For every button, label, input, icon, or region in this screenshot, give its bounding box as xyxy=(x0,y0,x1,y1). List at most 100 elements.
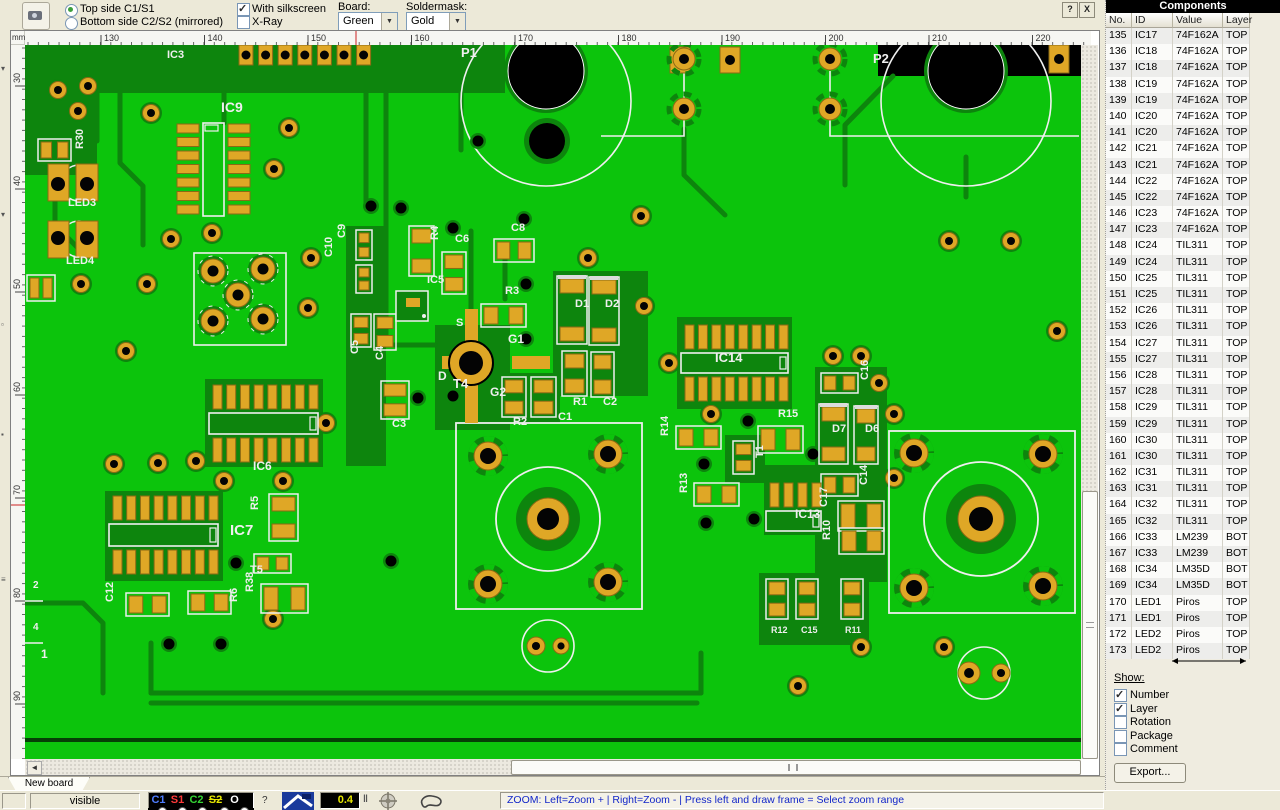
camera-icon xyxy=(28,11,42,20)
column-header-layer[interactable]: Layer xyxy=(1223,13,1252,28)
table-row[interactable]: 168 IC34 LM35D BOT xyxy=(1106,562,1280,579)
lasso-select-icon[interactable] xyxy=(418,792,444,810)
table-row[interactable]: 156 IC28 TIL311 TOP xyxy=(1106,367,1280,385)
svg-text:D7: D7 xyxy=(832,423,846,435)
grid-value-box: 0.4 xyxy=(320,792,360,809)
table-row[interactable]: 147 IC23 74F162A TOP xyxy=(1106,222,1280,239)
pcb-viewport: mm 130 140 150 160 170 180 190 200 210 220 30 40 50… xyxy=(10,15,1100,776)
column-header-value[interactable]: Value xyxy=(1173,13,1223,28)
pcb-canvas[interactable]: IC3 P1 P2 IC9 R30 LED3 LED4 C9C10 C5 C4 R4 C6 C8 R3 IC… xyxy=(22,15,1098,759)
components-table-header[interactable]: No. ID Value Layer xyxy=(1106,13,1280,28)
svg-text:IC3: IC3 xyxy=(167,49,184,61)
svg-text:LED4: LED4 xyxy=(66,255,95,267)
table-row[interactable]: 162 IC31 TIL311 TOP xyxy=(1106,465,1280,482)
table-row[interactable]: 143 IC21 74F162A TOP xyxy=(1106,157,1280,174)
panel-fragment-icon: ≡ xyxy=(1,575,6,584)
svg-text:140: 140 xyxy=(208,33,223,43)
table-row[interactable]: 146 IC23 74F162A TOP xyxy=(1106,206,1280,223)
table-row[interactable]: 167 IC33 LM239 BOT xyxy=(1106,546,1280,563)
table-row[interactable]: 165 IC32 TIL311 TOP xyxy=(1106,513,1280,530)
table-row[interactable]: 171 LED1 Piros TOP xyxy=(1106,610,1280,627)
with-silkscreen-checkbox[interactable] xyxy=(237,2,250,16)
help-button[interactable]: ? xyxy=(1062,2,1078,18)
table-row[interactable]: 160 IC30 TIL311 TOP xyxy=(1106,432,1280,449)
layer-toggle-c2[interactable]: C2 xyxy=(187,793,206,808)
horizontal-scrollbar-thumb[interactable] xyxy=(511,760,1081,775)
table-row[interactable]: 141 IC20 74F162A TOP xyxy=(1106,125,1280,142)
components-panel-title: Components xyxy=(1106,0,1280,13)
svg-text:P1: P1 xyxy=(461,45,477,60)
svg-text:R15: R15 xyxy=(778,408,798,420)
status-bar: visible C1 S1 C2 S2 O ? 0.4 ‖ ZOOM: Left=Zoo… xyxy=(0,790,1280,810)
table-row[interactable]: 152 IC26 TIL311 TOP xyxy=(1106,303,1280,320)
svg-text:IC6: IC6 xyxy=(253,459,272,473)
svg-text:R10: R10 xyxy=(821,520,833,540)
table-row[interactable]: 157 IC28 TIL311 TOP xyxy=(1106,384,1280,401)
svg-text:R13: R13 xyxy=(678,473,690,493)
table-row[interactable]: 145 IC22 74F162A TOP xyxy=(1106,189,1280,207)
table-row[interactable]: 144 IC22 74F162A TOP xyxy=(1106,173,1280,190)
radio-bottom-side-label[interactable]: Bottom side C2/S2 (mirrored) xyxy=(80,16,223,28)
layer-toggle-c1[interactable]: C1 xyxy=(149,793,168,808)
radio-top-side[interactable] xyxy=(65,4,78,17)
table-row[interactable]: 155 IC27 TIL311 TOP xyxy=(1106,351,1280,368)
table-row[interactable]: 169 IC34 LM35D BOT xyxy=(1106,578,1280,595)
table-row[interactable]: 161 IC30 TIL311 TOP xyxy=(1106,448,1280,466)
svg-text:T4: T4 xyxy=(453,376,469,391)
svg-text:IC13: IC13 xyxy=(795,507,821,521)
table-row[interactable]: 153 IC26 TIL311 TOP xyxy=(1106,319,1280,336)
layer-toggle-s1[interactable]: S1 xyxy=(168,793,187,808)
column-header-no[interactable]: No. xyxy=(1106,13,1132,28)
table-row[interactable]: 150 IC25 TIL311 TOP xyxy=(1106,270,1280,287)
svg-text:170: 170 xyxy=(518,33,533,43)
table-row[interactable]: 166 IC33 LM239 BOT xyxy=(1106,529,1280,546)
table-row[interactable]: 163 IC31 TIL311 TOP xyxy=(1106,481,1280,498)
radio-top-side-label[interactable]: Top side C1/S1 xyxy=(80,3,155,15)
svg-text:160: 160 xyxy=(415,33,430,43)
table-row[interactable]: 139 IC19 74F162A TOP xyxy=(1106,92,1280,109)
vertical-scrollbar-thumb[interactable] xyxy=(1082,491,1098,759)
table-row[interactable]: 172 LED2 Piros TOP xyxy=(1106,626,1280,644)
svg-text:C17: C17 xyxy=(818,487,830,507)
column-resize-arrow-icon[interactable] xyxy=(1166,656,1252,666)
horizontal-ruler: 130 140 150 160 170 180 190 200 210 220 xyxy=(25,31,1091,46)
layer-toggle-o[interactable]: O xyxy=(225,793,244,808)
layer-toggle-s2[interactable]: S2 xyxy=(206,793,225,808)
table-row[interactable]: 148 IC24 TIL311 TOP xyxy=(1106,238,1280,255)
radio-bottom-side[interactable] xyxy=(65,17,78,30)
xray-label[interactable]: X-Ray xyxy=(252,16,283,28)
svg-text:P2: P2 xyxy=(873,51,889,66)
board-view-icon[interactable] xyxy=(282,792,314,810)
with-silkscreen-label[interactable]: With silkscreen xyxy=(252,3,326,15)
vertical-scrollbar[interactable] xyxy=(1081,45,1098,759)
scroll-left-arrow-icon[interactable]: ◄ xyxy=(27,761,42,775)
crosshair-icon[interactable] xyxy=(378,791,398,810)
table-row[interactable]: 135 IC17 74F162A TOP xyxy=(1106,28,1280,45)
components-table[interactable]: 135 IC17 74F162A TOP 136 IC18 74F162A TOP 137 IC1… xyxy=(1106,28,1280,660)
table-row[interactable]: 137 IC18 74F162A TOP xyxy=(1106,60,1280,77)
panel-fragment-icon: ▫ xyxy=(1,320,4,329)
table-row[interactable]: 140 IC20 74F162A TOP xyxy=(1106,108,1280,126)
table-row[interactable]: 159 IC29 TIL311 TOP xyxy=(1106,416,1280,433)
table-row[interactable]: 151 IC25 TIL311 TOP xyxy=(1106,287,1280,304)
table-row[interactable]: 136 IC18 74F162A TOP xyxy=(1106,44,1280,61)
table-row[interactable]: 158 IC29 TIL311 TOP xyxy=(1106,400,1280,417)
status-help-mark: ? xyxy=(262,795,268,806)
horizontal-scrollbar[interactable]: ◄ xyxy=(25,759,1081,775)
column-header-id[interactable]: ID xyxy=(1132,13,1173,28)
xray-checkbox[interactable] xyxy=(237,16,250,29)
export-button[interactable]: Export... xyxy=(1114,763,1186,783)
table-row[interactable]: 170 LED1 Piros TOP xyxy=(1106,594,1280,611)
table-row[interactable]: 149 IC24 TIL311 TOP xyxy=(1106,254,1280,271)
table-row[interactable]: 142 IC21 74F162A TOP xyxy=(1106,141,1280,158)
svg-text:40: 40 xyxy=(12,176,22,186)
close-button[interactable]: X xyxy=(1079,2,1095,18)
svg-text:C12: C12 xyxy=(104,582,116,602)
table-row[interactable]: 154 IC27 TIL311 TOP xyxy=(1106,335,1280,352)
snapshot-button[interactable] xyxy=(22,2,50,30)
svg-text:R38: R38 xyxy=(244,572,256,592)
svg-text:D2: D2 xyxy=(605,298,619,310)
pause-marks: ‖ xyxy=(363,794,368,805)
table-row[interactable]: 138 IC19 74F162A TOP xyxy=(1106,76,1280,93)
table-row[interactable]: 164 IC32 TIL311 TOP xyxy=(1106,497,1280,514)
